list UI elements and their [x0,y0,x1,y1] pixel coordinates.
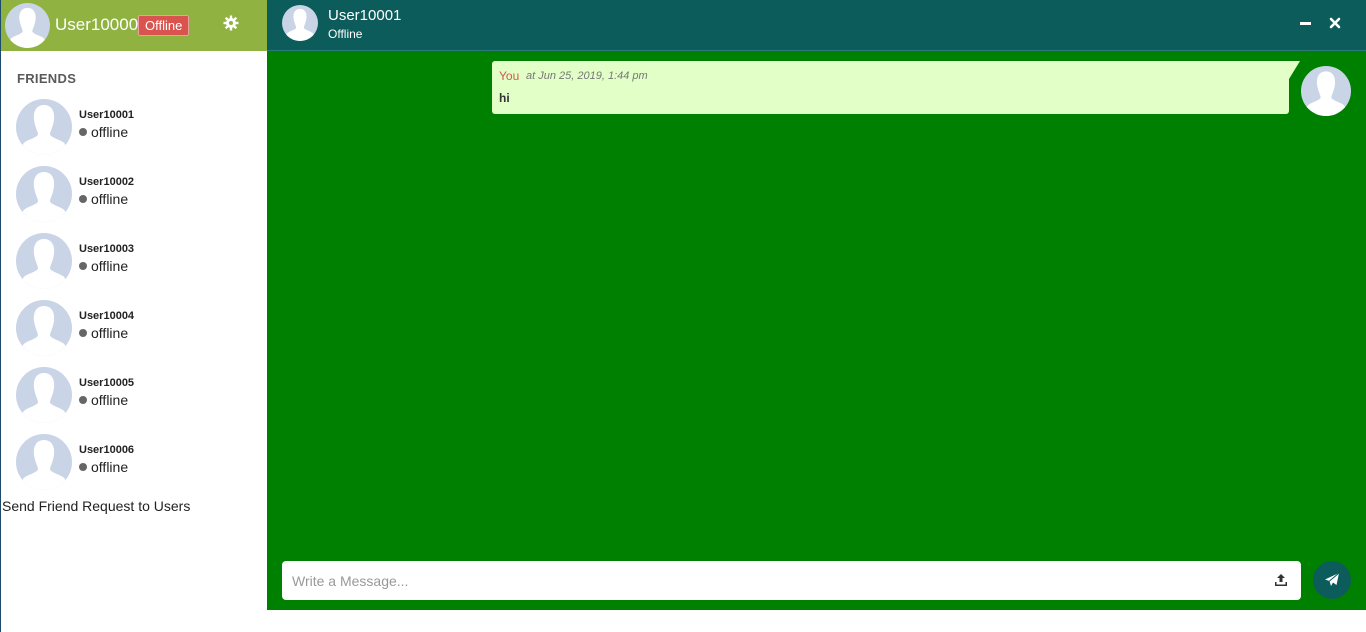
friend-item-user10006[interactable]: User10006 offline [16,434,256,492]
friend-status: offline [91,392,129,408]
message-timestamp: at Jun 25, 2019, 1:44 pm [526,70,648,82]
friend-presence: offline [79,325,128,341]
gear-icon[interactable] [223,15,239,31]
friend-item-user10005[interactable]: User10005 offline [16,367,256,425]
upload-icon[interactable] [1274,573,1288,587]
user-silhouette-icon [285,8,315,41]
friend-name: User10003 [79,243,135,255]
minus-icon[interactable] [1299,16,1313,30]
avatar [16,166,72,222]
friend-status: offline [91,258,129,274]
presence-dot-icon [79,329,87,337]
user-silhouette-icon [21,172,67,222]
user-silhouette-icon [21,105,67,155]
message-list[interactable]: You at Jun 25, 2019, 1:44 pm hi [267,51,1366,610]
sidebar-header: User10000 Offline [1,0,268,51]
chat-contact-status: Offline [328,27,363,41]
user-silhouette-icon [21,373,67,423]
friend-name: User10002 [79,176,135,188]
friend-presence: offline [79,124,128,140]
user-silhouette-icon [21,306,67,356]
footer-strip [267,610,1366,632]
avatar[interactable] [5,3,50,48]
friend-name: User10004 [79,310,135,322]
user-silhouette-icon [9,7,46,48]
friend-status: offline [91,459,129,475]
status-badge[interactable]: Offline [138,15,190,36]
send-button[interactable] [1313,561,1351,599]
user-silhouette-icon [1305,71,1347,116]
message-sender: You [499,69,520,83]
message-text: hi [499,91,510,105]
presence-dot-icon [79,195,87,203]
paper-plane-icon [1325,572,1340,586]
message-input[interactable] [282,561,1262,600]
avatar [16,367,72,423]
avatar [282,5,318,41]
friend-item-user10004[interactable]: User10004 offline [16,300,256,358]
presence-dot-icon [79,262,87,270]
chat-contact-name: User10001 [328,7,402,24]
presence-dot-icon [79,128,87,136]
message-bubble: You at Jun 25, 2019, 1:44 pm hi [492,61,1289,114]
avatar [16,233,72,289]
send-friend-request-link[interactable]: Send Friend Request to Users [2,498,190,514]
friend-presence: offline [79,191,128,207]
friend-item-user10001[interactable]: User10001 offline [16,99,256,157]
presence-dot-icon [79,396,87,404]
chat-panel: User10001 Offline You at Jun 25, 2019, 1… [267,0,1366,632]
friend-presence: offline [79,258,128,274]
avatar [16,434,72,490]
friend-item-user10003[interactable]: User10003 offline [16,233,256,291]
friend-name: User10001 [79,109,135,121]
friends-title: FRIENDS [17,71,77,86]
friend-status: offline [91,191,129,207]
user-silhouette-icon [21,440,67,490]
friend-item-user10002[interactable]: User10002 offline [16,166,256,224]
sidebar: User10000 Offline FRIENDS User10001 offl… [0,0,268,632]
friend-name: User10005 [79,377,135,389]
current-user-name: User10000 [55,15,139,34]
friend-status: offline [91,124,129,140]
friend-presence: offline [79,459,128,475]
avatar [16,99,72,155]
bubble-tail [1282,61,1300,79]
presence-dot-icon [79,463,87,471]
friend-name: User10006 [79,444,135,456]
chat-header: User10001 Offline [267,0,1366,51]
avatar [1301,66,1351,116]
friend-presence: offline [79,392,128,408]
avatar [16,300,72,356]
friend-status: offline [91,325,129,341]
user-silhouette-icon [21,239,67,289]
close-icon[interactable] [1328,16,1342,30]
message-composer [282,561,1301,600]
